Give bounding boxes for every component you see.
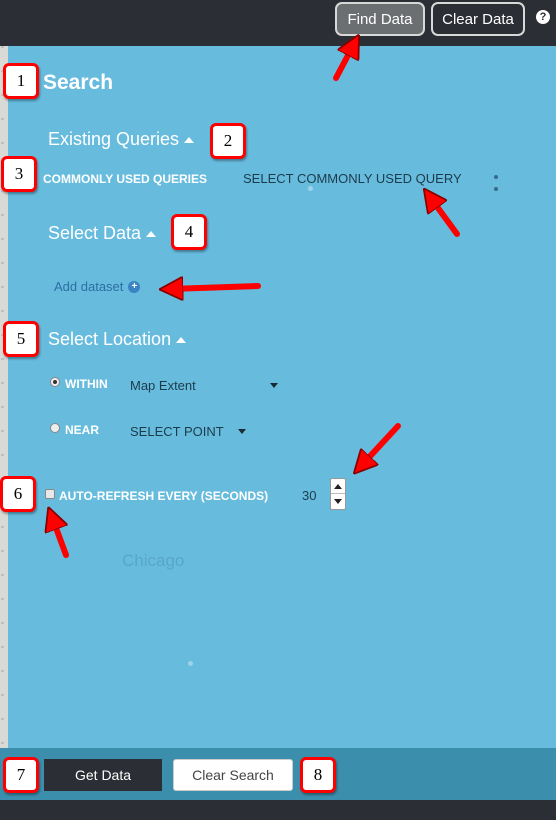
bottom-bar [0, 800, 556, 820]
auto-refresh-label: AUTO-REFRESH EVERY (SECONDS) [59, 489, 269, 503]
caret-up-icon [146, 230, 157, 237]
commonly-used-query-value: SELECT COMMONLY USED QUERY [243, 171, 462, 186]
within-label: WITHIN [65, 377, 108, 391]
auto-refresh-checkbox[interactable] [45, 489, 55, 499]
within-value: Map Extent [130, 378, 196, 393]
commonly-used-queries-label: COMMONLY USED QUERIES [43, 172, 208, 186]
auto-refresh-value[interactable]: 30 [302, 488, 316, 503]
decrement-icon[interactable] [331, 494, 345, 509]
near-label: NEAR [65, 423, 100, 437]
select-data-toggle[interactable]: Select Data [48, 223, 157, 244]
plus-circle-icon: + [128, 280, 141, 293]
near-select[interactable]: SELECT POINT [130, 424, 246, 439]
select-location-heading: Select Location [48, 329, 172, 349]
clear-data-button[interactable]: Clear Data [431, 2, 525, 36]
annotation-marker-5: 5 [3, 321, 39, 357]
get-data-button[interactable]: Get Data [44, 759, 162, 791]
dropdown-arrow-icon [269, 383, 278, 388]
annotation-marker-4: 4 [171, 214, 207, 250]
existing-queries-toggle[interactable]: Existing Queries [48, 129, 195, 150]
select-location-toggle[interactable]: Select Location [48, 329, 187, 350]
near-value: SELECT POINT [130, 424, 224, 439]
map-marker-dot [188, 661, 193, 666]
select-data-heading: Select Data [48, 223, 142, 243]
map-marker-dot [308, 186, 313, 191]
annotation-marker-6: 6 [0, 476, 36, 512]
clear-search-button[interactable]: Clear Search [173, 759, 293, 791]
commonly-used-query-select[interactable]: SELECT COMMONLY USED QUERY [243, 171, 462, 186]
dropdown-arrow-icon [237, 429, 246, 434]
within-radio[interactable] [50, 377, 60, 387]
find-data-button[interactable]: Find Data [335, 2, 425, 36]
question-mark-icon[interactable]: ? [536, 10, 550, 24]
more-options-icon[interactable] [493, 175, 499, 191]
within-select[interactable]: Map Extent [130, 378, 278, 393]
near-radio[interactable] [50, 423, 60, 433]
annotation-marker-2: 2 [210, 123, 246, 159]
caret-up-icon [184, 136, 195, 143]
annotation-marker-3: 3 [1, 156, 37, 192]
caret-up-icon [176, 336, 187, 343]
top-toolbar: Find Data Clear Data ? [0, 0, 556, 46]
annotation-marker-1: 1 [3, 63, 39, 99]
existing-queries-heading: Existing Queries [48, 129, 180, 149]
search-title: Search [43, 71, 114, 94]
annotation-marker-7: 7 [3, 757, 39, 793]
add-dataset-label: Add dataset [54, 279, 124, 294]
map-city-label: Chicago [122, 551, 185, 570]
search-panel: Chicago [8, 46, 556, 748]
annotation-marker-8: 8 [300, 757, 336, 793]
add-dataset-link[interactable]: Add dataset + [54, 279, 141, 294]
auto-refresh-stepper[interactable] [330, 478, 346, 510]
increment-icon[interactable] [331, 479, 345, 494]
